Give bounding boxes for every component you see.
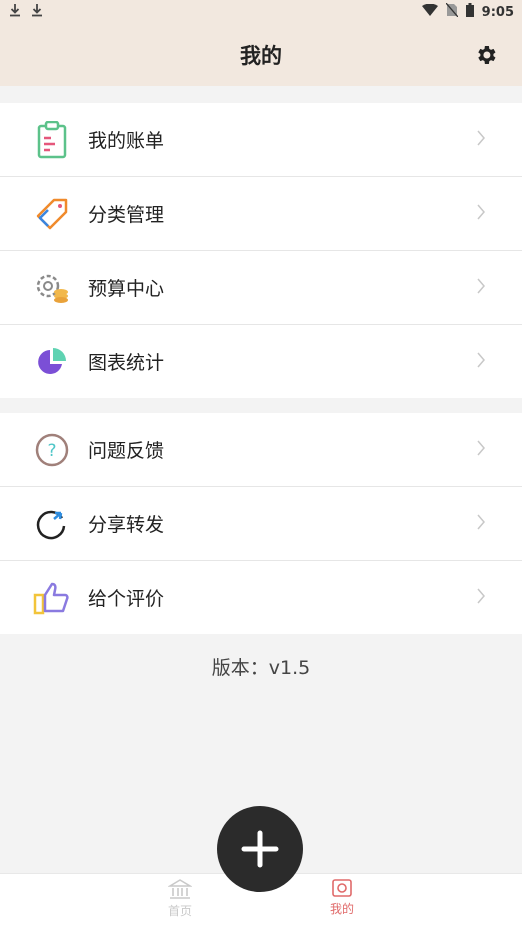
menu-item-label: 图表统计 [88,352,165,374]
chevron-right-icon [477,588,485,604]
chevron-right-icon [477,352,485,368]
svg-text:?: ? [47,441,56,461]
version-label: 版本：v1.5 [211,657,311,679]
menu-item-bills[interactable]: 我的账单 [0,103,522,177]
tab-mine[interactable]: 我的 [312,878,372,917]
menu-item-budget[interactable]: 预算中心 [0,251,522,325]
add-record-button[interactable] [217,806,303,892]
menu-item-charts[interactable]: 图表统计 [0,325,522,398]
status-bar: 9:05 [0,0,522,24]
menu-item-feedback[interactable]: ? 问题反馈 [0,413,522,487]
bank-icon [168,879,192,899]
chevron-right-icon [477,204,485,220]
no-sim-icon [445,2,459,21]
menu-item-rate[interactable]: 给个评价 [0,561,522,634]
menu-item-label: 预算中心 [88,278,165,300]
menu-item-label: 给个评价 [88,588,165,610]
wifi-icon [421,3,438,20]
budget-gear-coins-icon [32,268,72,308]
tag-icon [32,194,72,234]
menu-item-label: 分类管理 [88,204,165,226]
chevron-right-icon [477,440,485,456]
menu-item-share[interactable]: 分享转发 [0,487,522,561]
settings-button[interactable] [474,43,498,67]
tab-home-label: 首页 [167,904,192,918]
chevron-right-icon [477,278,485,294]
menu-item-label: 分享转发 [88,514,165,536]
chevron-right-icon [477,130,485,146]
chevron-right-icon [477,514,485,530]
tab-mine-label: 我的 [329,902,354,916]
menu-group-main: 我的账单 分类管理 预算中心 图表统计 [0,103,522,398]
download-icon [8,3,22,21]
share-arrow-icon [32,504,72,544]
menu-item-categories[interactable]: 分类管理 [0,177,522,251]
menu-item-label: 我的账单 [88,130,165,152]
pie-chart-icon [32,342,72,382]
question-circle-icon: ? [32,430,72,470]
status-time: 9:05 [481,4,514,20]
gear-icon [478,46,496,64]
profile-icon [332,879,352,897]
plus-icon [241,830,279,868]
battery-icon [465,3,474,21]
page-title: 我的 [240,44,282,68]
menu-group-other: ? 问题反馈 分享转发 给个评价 [0,413,522,634]
download-icon [30,3,44,21]
thumbs-up-icon [32,578,72,618]
tab-home[interactable]: 首页 [150,878,210,919]
header-bar: 我的 [0,24,522,86]
clipboard-icon [32,120,72,160]
menu-item-label: 问题反馈 [88,440,165,462]
